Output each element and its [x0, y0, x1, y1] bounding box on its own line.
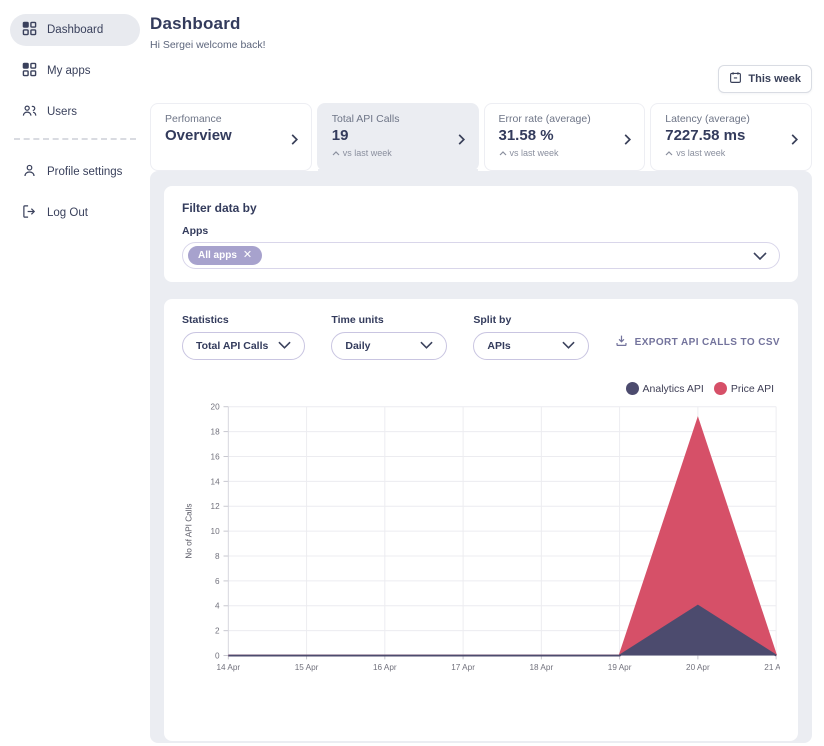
svg-text:16: 16 — [211, 452, 221, 461]
sidebar-item-label: My apps — [47, 65, 91, 77]
svg-text:20: 20 — [211, 403, 221, 412]
legend-item-price-api: Price API — [713, 382, 774, 395]
svg-text:16 Apr: 16 Apr — [373, 663, 397, 672]
svg-text:2: 2 — [215, 627, 220, 636]
chevron-right-icon — [790, 133, 799, 151]
svg-text:15 Apr: 15 Apr — [295, 663, 319, 672]
grid-icon — [22, 21, 37, 39]
caret-up-icon — [499, 148, 507, 158]
statistics-select[interactable]: Total API Calls — [182, 332, 306, 360]
svg-text:14: 14 — [211, 477, 221, 486]
svg-text:4: 4 — [215, 602, 220, 611]
sidebar-item-my-apps[interactable]: My apps — [10, 55, 140, 87]
tab-total-api-calls[interactable]: Total API Calls 19 vs last week — [316, 103, 479, 180]
api-calls-chart: 0 2 4 6 8 10 12 14 16 18 20 14 Apr 15 Apr 16 Apr 17 Ap… — [182, 399, 780, 681]
chevron-right-icon — [290, 133, 299, 151]
chevron-down-icon — [278, 340, 291, 352]
chevron-down-icon[interactable] — [753, 247, 767, 265]
app-window: Dashboard My apps Users Profile settings… — [0, 0, 824, 746]
svg-text:20 Apr: 20 Apr — [686, 663, 710, 672]
download-icon — [615, 334, 628, 350]
statistics-label: Statistics — [182, 314, 229, 326]
caret-up-icon — [332, 148, 340, 158]
svg-text:6: 6 — [215, 577, 220, 586]
filter-card: Filter data by Apps All apps ✕ — [164, 186, 798, 282]
sidebar-item-label: Users — [47, 106, 78, 118]
dashboard-panel: Filter data by Apps All apps ✕ Statistic… — [150, 171, 812, 743]
filter-title: Filter data by — [182, 201, 257, 215]
this-week-button[interactable]: This week — [718, 65, 812, 93]
sidebar-item-users[interactable]: Users — [10, 96, 140, 128]
svg-text:8: 8 — [215, 552, 220, 561]
split-by-select[interactable]: APIs — [473, 332, 590, 360]
svg-text:19 Apr: 19 Apr — [608, 663, 632, 672]
time-units-select[interactable]: Daily — [331, 332, 448, 360]
sidebar-item-log-out[interactable]: Log Out — [10, 197, 140, 229]
split-by-label: Split by — [473, 314, 512, 326]
calendar-icon — [729, 71, 742, 87]
sidebar-item-label: Log Out — [47, 207, 88, 219]
apps-filter-input[interactable]: All apps ✕ — [182, 242, 780, 269]
statistics-card: Statistics Total API Calls Time units Da… — [164, 299, 798, 741]
tab-error-rate[interactable]: Error rate (average) 31.58 % vs last wee… — [483, 103, 646, 171]
chevron-down-icon — [562, 340, 575, 352]
stat-tabs: Perfomance Overview Total API Calls 19 v… — [150, 103, 812, 180]
svg-text:No of API Calls: No of API Calls — [185, 504, 194, 559]
chart-legend: Analytics API Price API — [182, 382, 774, 395]
svg-text:18: 18 — [211, 427, 221, 436]
main-content: Dashboard Hi Sergei welcome back! This w… — [150, 0, 824, 746]
chevron-down-icon — [420, 340, 433, 352]
chevron-right-icon — [457, 133, 466, 151]
svg-text:0: 0 — [215, 651, 220, 660]
sidebar: Dashboard My apps Users Profile settings… — [0, 0, 150, 746]
logout-icon — [22, 204, 37, 222]
legend-item-analytics-api: Analytics API — [625, 382, 704, 395]
sidebar-item-profile-settings[interactable]: Profile settings — [10, 156, 140, 188]
apps-label: Apps — [182, 225, 209, 237]
sidebar-item-label: Dashboard — [47, 24, 104, 36]
sidebar-divider — [14, 138, 136, 140]
time-units-label: Time units — [331, 314, 384, 326]
caret-up-icon — [665, 148, 673, 158]
legend-dot — [625, 382, 639, 395]
sidebar-item-label: Profile settings — [47, 166, 123, 178]
chart-svg: 0 2 4 6 8 10 12 14 16 18 20 14 Apr 15 Apr 16 Apr 17 Ap… — [185, 403, 780, 672]
legend-dot — [713, 382, 727, 395]
users-icon — [22, 103, 37, 121]
svg-text:18 Apr: 18 Apr — [530, 663, 554, 672]
svg-text:21 Apr: 21 Apr — [764, 663, 780, 672]
svg-text:12: 12 — [211, 502, 221, 511]
export-csv-link[interactable]: EXPORT API CALLS TO CSV — [615, 334, 780, 350]
svg-text:17 Apr: 17 Apr — [451, 663, 475, 672]
grid-icon — [22, 62, 37, 80]
svg-text:14 Apr: 14 Apr — [216, 663, 240, 672]
page-title: Dashboard — [150, 14, 241, 33]
tab-latency[interactable]: Latency (average) 7227.58 ms vs last wee… — [650, 103, 812, 171]
greeting-text: Hi Sergei welcome back! — [150, 39, 266, 51]
all-apps-chip[interactable]: All apps ✕ — [188, 246, 263, 265]
close-icon[interactable]: ✕ — [243, 250, 252, 261]
tab-performance-overview[interactable]: Perfomance Overview — [150, 103, 312, 171]
sidebar-item-dashboard[interactable]: Dashboard — [10, 14, 140, 46]
svg-text:10: 10 — [211, 527, 221, 536]
chevron-right-icon — [623, 133, 632, 151]
person-icon — [22, 163, 37, 181]
